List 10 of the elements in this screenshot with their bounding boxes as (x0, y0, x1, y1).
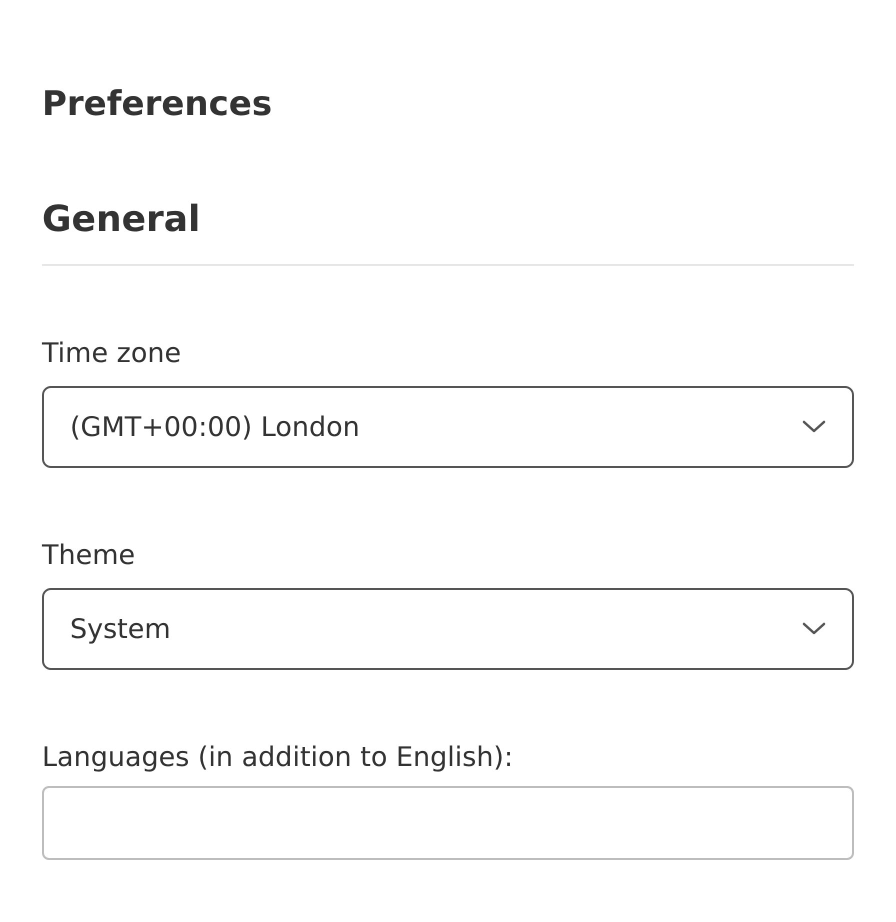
field-label: Time zone (42, 337, 182, 371)
field-label: Theme (42, 539, 136, 573)
dropdown[interactable]: (GMT+00:00) London (42, 386, 854, 468)
chevron-down-icon (802, 622, 826, 636)
chevron-down-icon (802, 420, 826, 434)
section-title: General (42, 198, 200, 242)
input-field[interactable] (42, 786, 854, 860)
page-title: Preferences (42, 83, 274, 126)
field-label: Languages (in addition to English): (42, 741, 514, 775)
dropdown[interactable]: System (42, 588, 854, 670)
